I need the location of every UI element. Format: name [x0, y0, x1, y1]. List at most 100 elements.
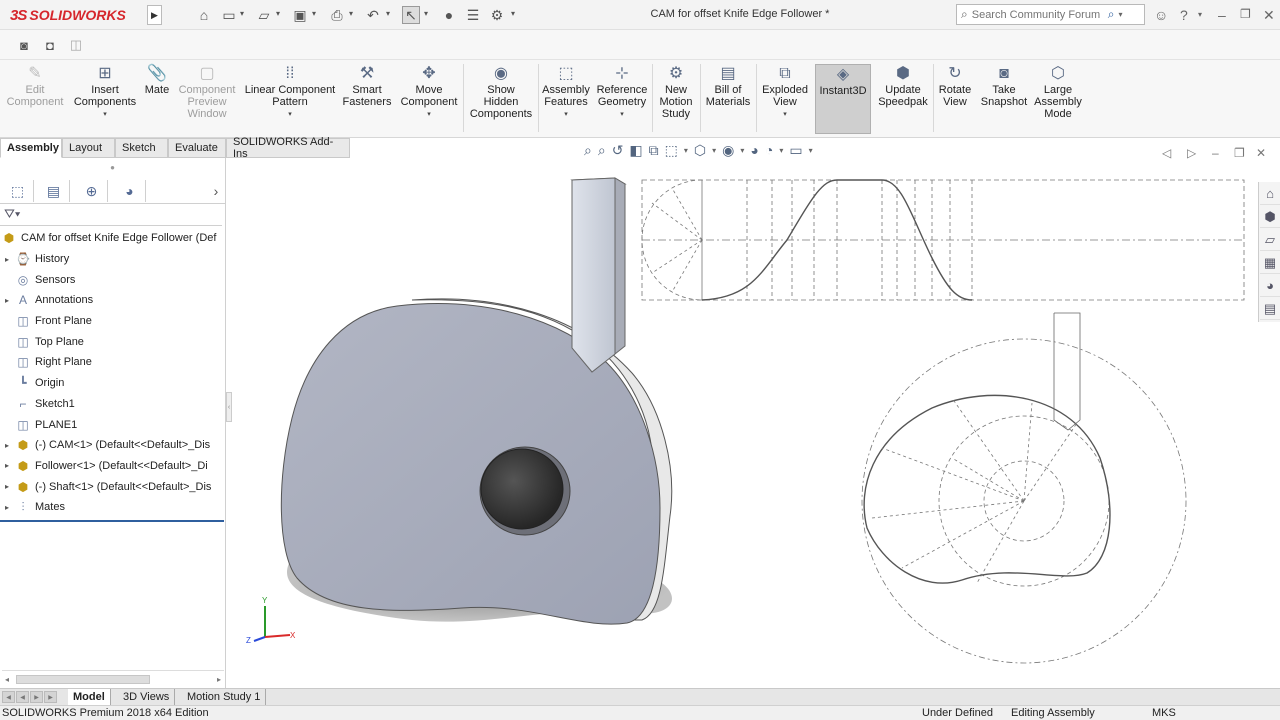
- user-icon[interactable]: ☺: [1154, 7, 1168, 23]
- open-dropdown-icon[interactable]: ▾: [276, 9, 280, 18]
- tab-addins[interactable]: SOLIDWORKS Add-Ins: [226, 136, 350, 160]
- select-icon[interactable]: ↖: [402, 6, 420, 24]
- close-icon[interactable]: ✕: [1263, 7, 1275, 24]
- first-tab-icon[interactable]: ◀: [2, 691, 15, 703]
- hide-show-items-icon[interactable]: ◉: [722, 142, 734, 159]
- expand-arrow-icon[interactable]: ▸: [0, 255, 14, 264]
- scroll-right-icon[interactable]: ▸: [217, 675, 221, 684]
- property-manager-tab-icon[interactable]: ▤: [38, 180, 70, 202]
- print-icon[interactable]: ⎙: [328, 6, 346, 24]
- file-explorer-icon[interactable]: ▱: [1260, 229, 1280, 251]
- tab-evaluate[interactable]: Evaluate: [168, 138, 226, 158]
- section-view-icon[interactable]: ◧: [629, 142, 642, 159]
- help-icon[interactable]: ?: [1180, 7, 1188, 23]
- bill-of-materials-button[interactable]: ▤ Bill of Materials: [702, 64, 754, 134]
- panel-grip[interactable]: ●: [0, 158, 225, 178]
- save-dropdown-icon[interactable]: ▾: [312, 9, 316, 18]
- rebuild-icon[interactable]: ●: [440, 6, 458, 24]
- tree-item[interactable]: ▸ ⌚ History: [0, 249, 226, 270]
- configuration-manager-tab-icon[interactable]: ⊕: [76, 180, 108, 202]
- exploded-view-dropdown-icon[interactable]: ▾: [783, 109, 787, 121]
- rollback-bar[interactable]: [0, 520, 224, 522]
- component-preview-window-button[interactable]: ▢ Component Preview Window: [176, 64, 238, 134]
- file-properties-icon[interactable]: ☰: [464, 6, 482, 24]
- view-orientation-icon[interactable]: ⬚: [665, 142, 678, 159]
- undo-icon[interactable]: ↶: [364, 6, 382, 24]
- search-input[interactable]: [971, 8, 1104, 21]
- tree-item[interactable]: ◫ Front Plane: [0, 311, 226, 332]
- graphics-area[interactable]: ⌕ ⌕ ↺ ◧ ⧉ ⬚ ▾ ⬡ ▾ ◉ ▾ ◕ ◔ ▾ ▭ ▾ ◁ ▷ – ❐ …: [232, 142, 1266, 689]
- hide-show-dropdown-icon[interactable]: ▾: [740, 146, 744, 155]
- smart-fasteners-button[interactable]: ⚒ Smart Fasteners: [342, 64, 392, 134]
- tab-3d-views[interactable]: 3D Views: [118, 689, 176, 705]
- expand-arrow-icon[interactable]: ▸: [0, 296, 14, 305]
- appearances-icon[interactable]: ◕: [1260, 275, 1280, 297]
- tab-sketch[interactable]: Sketch: [115, 138, 168, 158]
- new-document-icon[interactable]: ▭: [220, 6, 238, 24]
- options-dropdown-icon[interactable]: ▾: [511, 9, 515, 18]
- tree-item[interactable]: ▸ ⬢ Follower<1> (Default<<Default>_Di: [0, 456, 226, 477]
- tab-model[interactable]: Model: [68, 689, 111, 705]
- camera-icon[interactable]: ◙: [14, 36, 34, 54]
- tree-item[interactable]: ⌐ Sketch1: [0, 394, 226, 415]
- open-icon[interactable]: ▱: [255, 6, 273, 24]
- expand-arrow-icon[interactable]: ▸: [0, 441, 14, 450]
- tree-item[interactable]: ◫ PLANE1: [0, 414, 226, 435]
- previous-view-icon[interactable]: ↺: [612, 142, 624, 159]
- tab-motion-study-1[interactable]: Motion Study 1: [182, 689, 267, 705]
- linear-pattern-dropdown-icon[interactable]: ▾: [288, 109, 292, 121]
- view-palette-icon[interactable]: ▦: [1260, 252, 1280, 274]
- design-library-icon[interactable]: ⬢: [1260, 206, 1280, 228]
- help-dropdown-icon[interactable]: ▾: [1198, 10, 1202, 19]
- feature-tree-tab-icon[interactable]: ⬚: [2, 180, 34, 202]
- edit-appearance-icon[interactable]: ◕: [750, 142, 758, 159]
- instant3d-button[interactable]: ◈ Instant3D: [815, 64, 871, 134]
- tree-item[interactable]: ▸ ⫶ Mates: [0, 497, 226, 518]
- zoom-to-area-icon[interactable]: ⌕: [598, 142, 606, 159]
- last-tab-icon[interactable]: ▶: [44, 691, 57, 703]
- options-icon[interactable]: ⚙: [488, 6, 506, 24]
- tree-item[interactable]: ◫ Top Plane: [0, 331, 226, 352]
- expand-arrow-icon[interactable]: ▸: [0, 503, 14, 512]
- rotate-view-button[interactable]: ↻ Rotate View: [935, 64, 975, 134]
- large-assembly-mode-button[interactable]: ⬡ Large Assembly Mode: [1033, 64, 1083, 134]
- apply-scene-icon[interactable]: ◔: [765, 142, 773, 159]
- view-orientation-dropdown-icon[interactable]: ▾: [684, 146, 688, 155]
- display-manager-tab-icon[interactable]: ◕: [114, 180, 146, 202]
- model-canvas[interactable]: Y X Z: [232, 158, 1258, 689]
- linear-component-pattern-button[interactable]: ⁞⁞ Linear Component Pattern ▾: [242, 64, 338, 134]
- scroll-left-icon[interactable]: ◂: [5, 675, 9, 684]
- expand-arrow-icon[interactable]: ▸: [0, 461, 14, 470]
- search-dropdown-icon[interactable]: ▾: [1118, 10, 1122, 19]
- search-icon[interactable]: ⌕: [1108, 7, 1115, 22]
- next-tab-icon[interactable]: ▶: [30, 691, 43, 703]
- assembly-features-dropdown-icon[interactable]: ▾: [564, 109, 568, 121]
- print-dropdown-icon[interactable]: ▾: [349, 9, 353, 18]
- search-community-forum[interactable]: ⌕ ⌕ ▾: [956, 4, 1145, 25]
- undo-dropdown-icon[interactable]: ▾: [386, 9, 390, 18]
- mate-button[interactable]: 📎 Mate: [142, 64, 172, 134]
- show-hidden-components-button[interactable]: ◉ Show Hidden Components: [466, 64, 536, 134]
- update-speedpak-button[interactable]: ⬢ Update Speedpak: [876, 64, 930, 134]
- restore-icon[interactable]: ❐: [1240, 7, 1251, 21]
- display-style-icon[interactable]: ⬡: [694, 142, 706, 159]
- take-snapshot-button[interactable]: ◙ Take Snapshot: [978, 64, 1030, 134]
- snapshot-icon[interactable]: ◘: [40, 36, 60, 54]
- home-icon[interactable]: ⌂: [195, 6, 213, 24]
- more-tabs-chevron-icon[interactable]: ›: [200, 180, 232, 202]
- tree-item[interactable]: ▸ ⬢ (-) CAM<1> (Default<<Default>_Dis: [0, 435, 226, 456]
- paste-icon[interactable]: ◫: [66, 36, 86, 54]
- insert-components-dropdown-icon[interactable]: ▾: [103, 109, 107, 121]
- assembly-features-button[interactable]: ⬚ Assembly Features ▾: [540, 64, 592, 134]
- save-icon[interactable]: ▣: [291, 6, 309, 24]
- tree-item[interactable]: ▸ ⬢ (-) Shaft<1> (Default<<Default>_Dis: [0, 476, 226, 497]
- filter-icon[interactable]: ⛛▾: [0, 204, 222, 226]
- move-component-button[interactable]: ✥ Move Component ▾: [398, 64, 460, 134]
- tree-item[interactable]: ◎ Sensors: [0, 269, 226, 290]
- custom-properties-icon[interactable]: ▤: [1260, 298, 1280, 320]
- exploded-view-button[interactable]: ⧉ Exploded View ▾: [758, 64, 812, 134]
- view-settings-icon[interactable]: ▭: [789, 142, 802, 159]
- expand-arrow-icon[interactable]: ▸: [0, 482, 14, 491]
- reference-geometry-dropdown-icon[interactable]: ▾: [620, 109, 624, 121]
- reference-geometry-button[interactable]: ⊹ Reference Geometry ▾: [594, 64, 650, 134]
